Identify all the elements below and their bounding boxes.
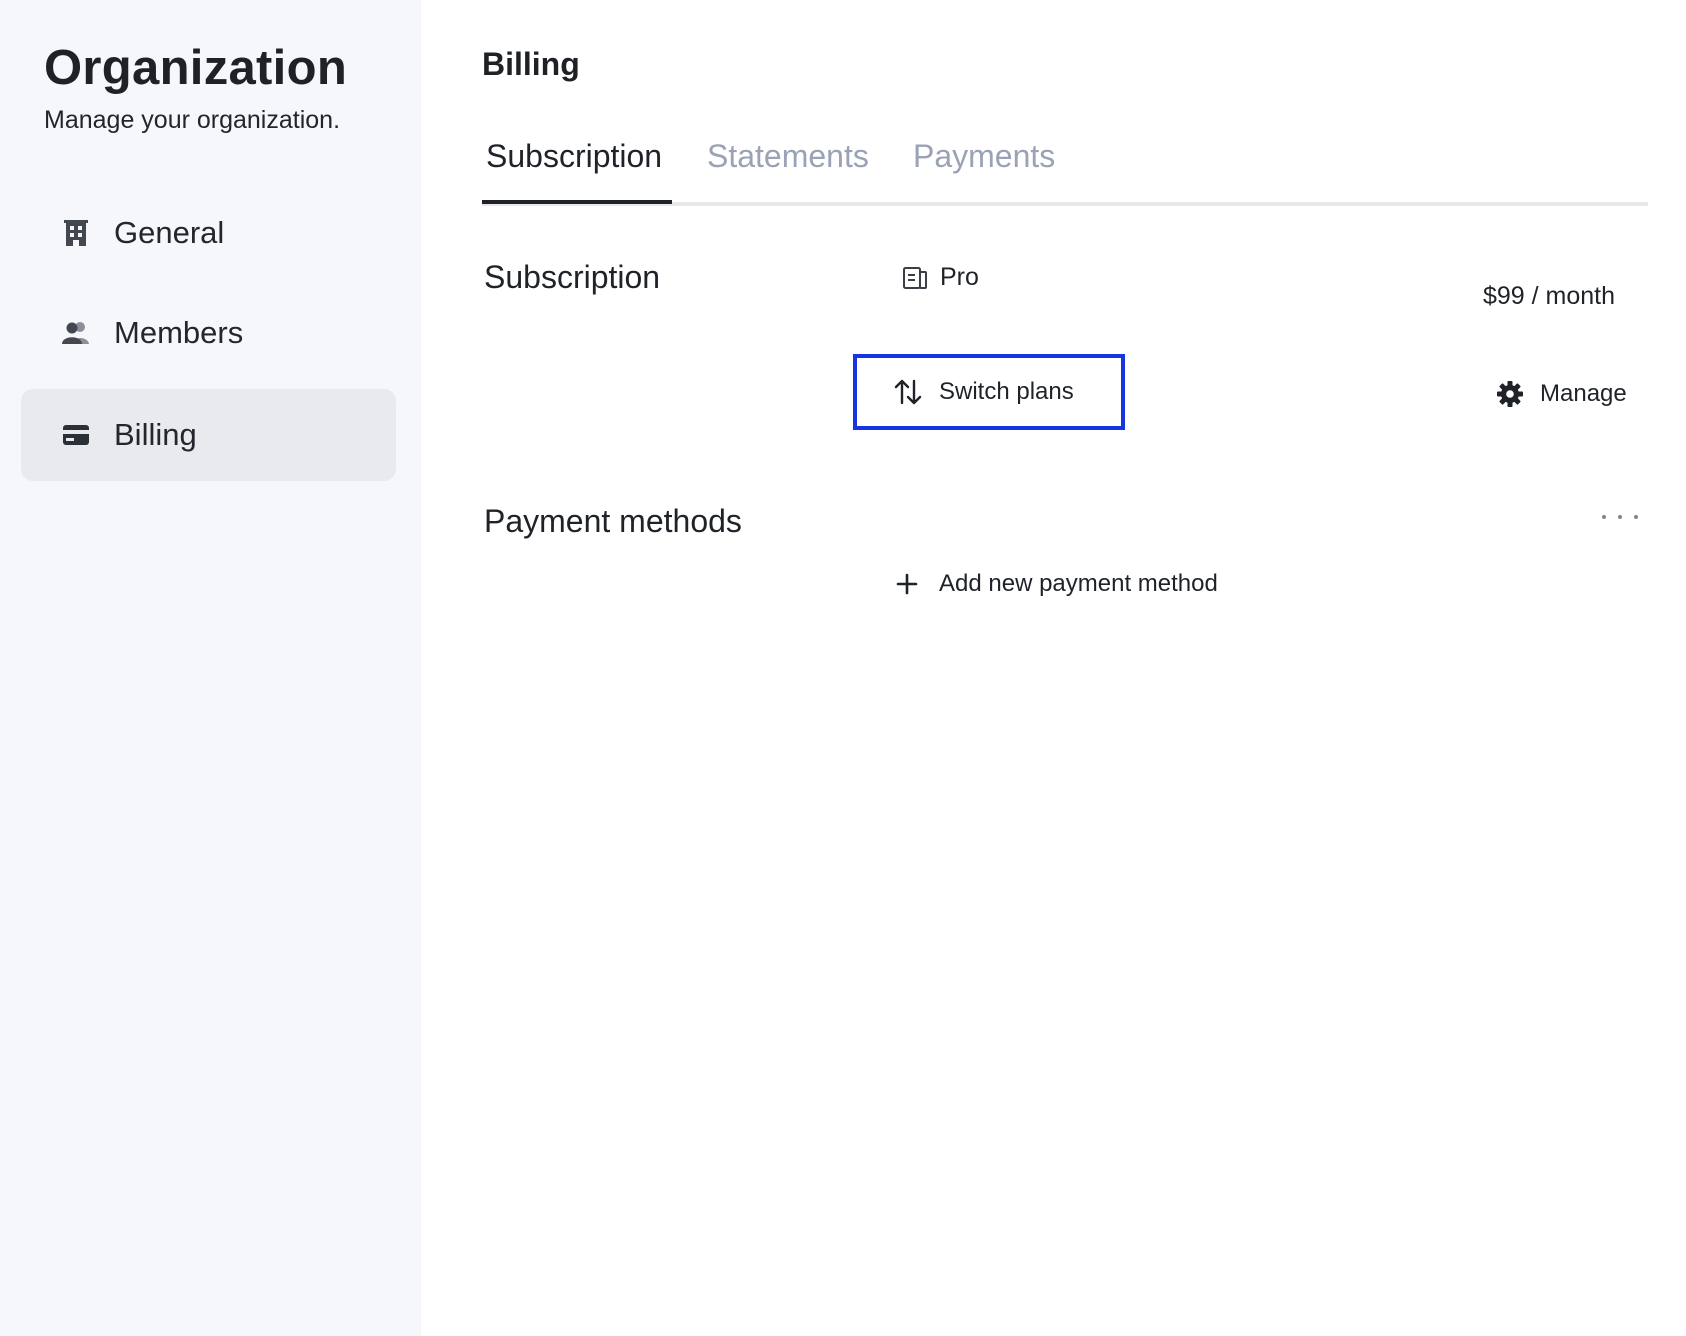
manage-label: Manage [1540, 380, 1627, 407]
gear-icon [1496, 380, 1524, 408]
dot [1618, 515, 1622, 519]
dot [1634, 515, 1638, 519]
payment-methods-section-title: Payment methods [484, 503, 742, 539]
sidebar-item-members[interactable]: Members [21, 287, 396, 379]
plan-document-icon [902, 265, 928, 291]
sidebar: Organization Manage your organization. G… [0, 0, 421, 1336]
switch-arrows-icon [893, 377, 923, 407]
sidebar-item-label: Members [114, 315, 244, 350]
building-icon [61, 218, 91, 248]
sidebar-title: Organization [44, 41, 348, 95]
subscription-section-title: Subscription [484, 259, 661, 295]
page-title: Billing [482, 46, 580, 82]
add-payment-method-button[interactable]: Add new payment method [894, 570, 1218, 598]
plan-name: Pro [902, 263, 979, 292]
credit-card-icon [61, 420, 91, 450]
members-icon [61, 318, 91, 348]
switch-plans-label: Switch plans [939, 378, 1074, 405]
sidebar-item-billing[interactable]: Billing [21, 389, 396, 481]
active-tab-indicator [482, 200, 672, 204]
sidebar-item-label: General [114, 215, 225, 250]
dot [1602, 515, 1606, 519]
app-window: Organization Manage your organization. G… [0, 0, 1686, 1336]
sidebar-item-general[interactable]: General [21, 187, 396, 279]
tab-statements[interactable]: Statements [707, 138, 869, 175]
tab-subscription[interactable]: Subscription [486, 138, 662, 175]
plus-icon [894, 571, 920, 597]
sidebar-subtitle: Manage your organization. [44, 106, 341, 134]
more-dots-icon[interactable] [1602, 503, 1638, 531]
tab-payments[interactable]: Payments [913, 138, 1055, 175]
plan-price: $99 / month [1482, 282, 1615, 310]
plan-label: Pro [940, 263, 979, 291]
add-payment-method-label: Add new payment method [939, 570, 1218, 597]
sidebar-item-label: Billing [114, 417, 197, 452]
switch-plans-button[interactable]: Switch plans [853, 354, 1125, 430]
manage-button[interactable]: Manage [1496, 380, 1627, 408]
